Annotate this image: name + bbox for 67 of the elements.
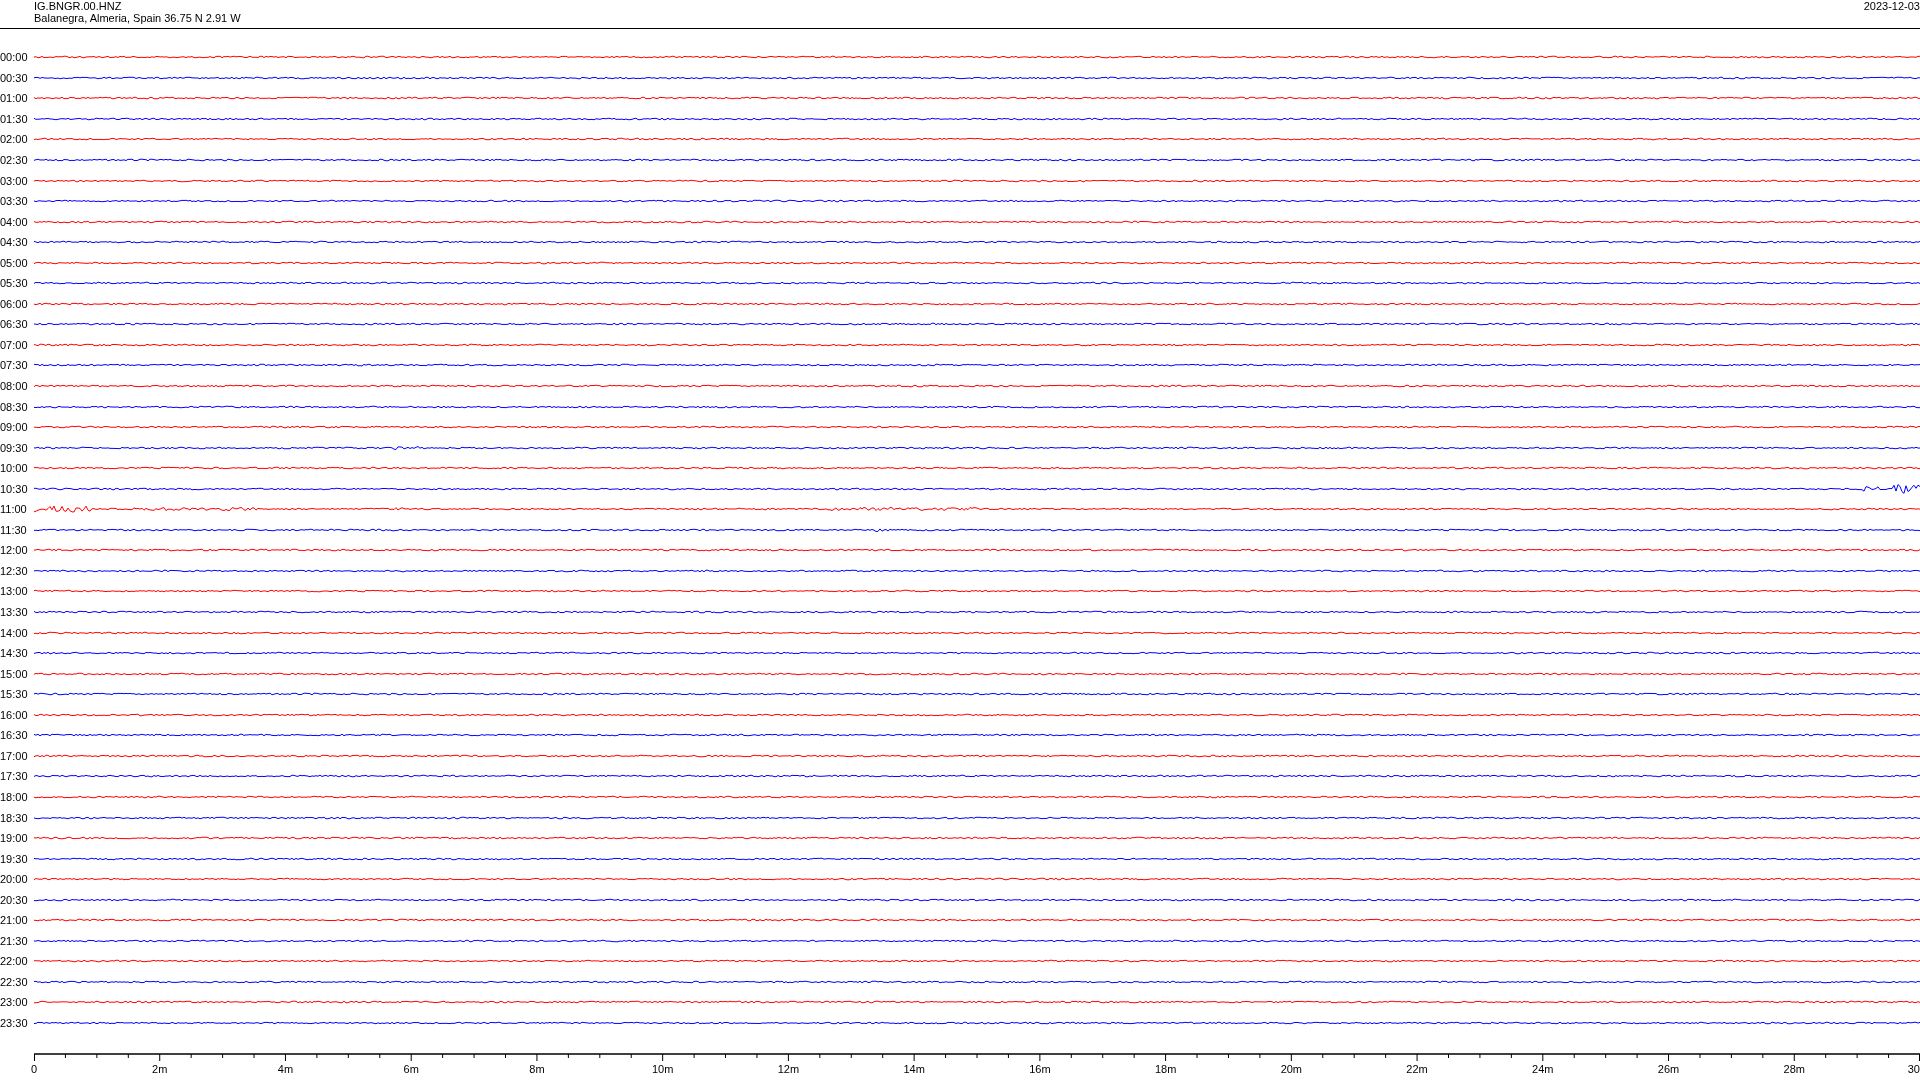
time-label: 22:30: [0, 975, 29, 988]
time-label: 23:30: [0, 1016, 29, 1029]
time-label: 08:30: [0, 400, 29, 413]
time-label: 10:00: [0, 462, 29, 475]
time-label: 01:00: [0, 92, 29, 105]
time-label: 05:00: [0, 256, 29, 269]
time-label: 09:00: [0, 421, 29, 434]
time-label: 10:30: [0, 482, 29, 495]
time-label: 12:30: [0, 564, 29, 577]
time-label: 19:00: [0, 832, 29, 845]
time-label: 16:00: [0, 708, 29, 721]
time-label: 04:30: [0, 236, 29, 249]
axis-tick-label: 20m: [1280, 1063, 1303, 1076]
station-code: IG.BNGR.00.HNZ: [34, 0, 122, 12]
axis-tick-label: 0: [31, 1063, 38, 1076]
axis-tick-label: 16m: [1029, 1063, 1051, 1076]
time-label: 18:00: [0, 790, 29, 803]
time-label: 14:30: [0, 647, 29, 660]
time-label: 03:30: [0, 195, 29, 208]
time-label: 20:00: [0, 873, 29, 886]
axis-tick-label: 28m: [1783, 1063, 1805, 1076]
axis-tick-label: 12m: [777, 1063, 800, 1076]
axis-tick-label: 10m: [651, 1063, 674, 1076]
time-label: 07:00: [0, 338, 29, 351]
axis-tick-label: 2m: [152, 1063, 168, 1076]
time-label: 21:00: [0, 914, 29, 927]
time-label: 17:30: [0, 770, 29, 783]
time-label: 09:30: [0, 441, 29, 454]
time-label: 01:30: [0, 112, 29, 125]
time-label: 23:00: [0, 996, 29, 1009]
axis-tick-label: 6m: [403, 1063, 419, 1076]
time-label: 20:30: [0, 893, 29, 906]
axis-tick-label: 4m: [277, 1063, 294, 1076]
time-label: 19:30: [0, 852, 29, 865]
time-label: 22:00: [0, 955, 29, 968]
axis-tick-label: 14m: [903, 1063, 925, 1076]
time-label: 02:00: [0, 133, 29, 146]
time-label: 14:00: [0, 626, 29, 639]
axis-tick-label: 30: [1907, 1063, 1920, 1076]
axis-tick-label: 18m: [1154, 1063, 1177, 1076]
axis-tick-label: 22m: [1406, 1063, 1428, 1076]
time-label: 13:00: [0, 585, 29, 598]
axis-tick-label: 26m: [1657, 1063, 1680, 1076]
time-label: 15:00: [0, 667, 29, 680]
time-label: 17:00: [0, 749, 29, 762]
time-label: 00:00: [0, 51, 29, 64]
time-label: 06:30: [0, 318, 29, 331]
time-label: 18:30: [0, 811, 29, 824]
time-label: 00:30: [0, 71, 29, 84]
time-label: 02:30: [0, 154, 29, 166]
time-label: 11:30: [0, 523, 28, 536]
time-label: 21:30: [0, 934, 29, 947]
axis-tick-label: 24m: [1532, 1063, 1554, 1076]
time-label: 03:00: [0, 174, 29, 187]
station-location: Balanegra, Almeria, Spain 36.75 N 2.91 W: [34, 12, 241, 24]
time-label: 07:30: [0, 359, 29, 372]
time-label: 13:30: [0, 606, 29, 619]
time-label: 11:00: [0, 503, 28, 516]
time-label: 08:00: [0, 380, 29, 392]
time-label: 12:00: [0, 544, 29, 557]
time-label: 15:30: [0, 688, 29, 701]
time-label: 06:00: [0, 297, 29, 310]
time-label: 05:30: [0, 277, 29, 290]
time-label: 16:30: [0, 729, 29, 742]
date-label: 2023-12-03: [1863, 0, 1920, 12]
time-label: 04:00: [0, 215, 29, 228]
axis-tick-label: 8m: [529, 1063, 545, 1076]
